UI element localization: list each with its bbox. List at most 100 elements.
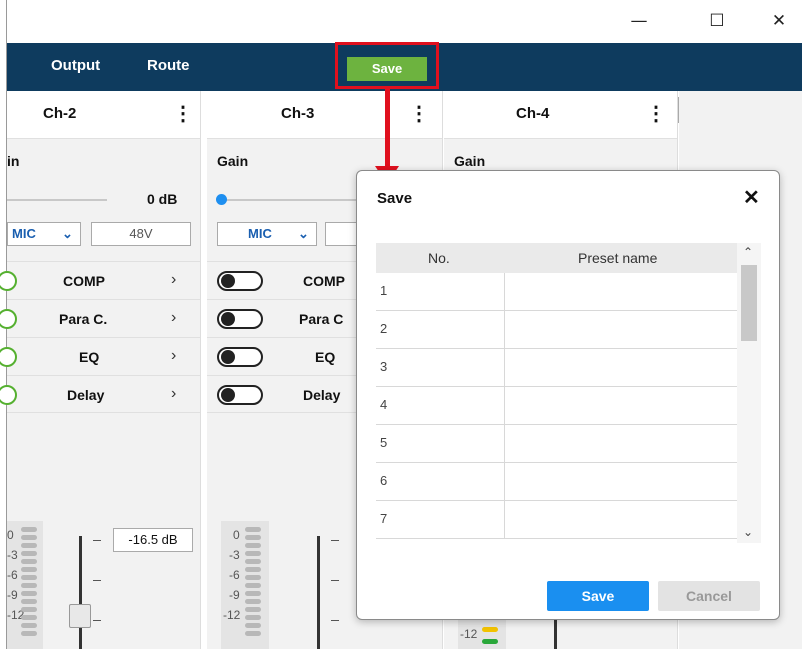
fx-row-para[interactable]: Para C. › <box>0 299 200 337</box>
table-row[interactable]: 6 <box>376 463 737 501</box>
scrollbar-thumb[interactable] <box>741 265 757 341</box>
cancel-button[interactable]: Cancel <box>658 581 760 611</box>
kebab-menu-icon[interactable]: ⋮ <box>646 101 666 126</box>
table-row[interactable]: 5 <box>376 425 737 463</box>
fx-label: Para C <box>299 311 344 327</box>
chevron-down-icon: ⌄ <box>298 226 309 241</box>
meter-segment <box>21 583 37 588</box>
fader-knob[interactable] <box>69 604 91 628</box>
meter-segment <box>245 543 261 548</box>
table-row[interactable]: 2 <box>376 311 737 349</box>
meter-segment <box>21 551 37 556</box>
cell-no: 5 <box>380 435 388 450</box>
chevron-down-icon: ⌄ <box>62 226 73 241</box>
channel-title: Ch-3 <box>281 105 315 122</box>
table-row[interactable]: 4 <box>376 387 737 425</box>
column-divider <box>504 349 505 387</box>
meter-segment <box>482 627 498 632</box>
maximize-button[interactable]: ☐ <box>697 8 737 34</box>
phantom-power-button[interactable]: 48V <box>91 222 191 246</box>
meter-segment <box>245 551 261 556</box>
fx-label: Delay <box>303 387 341 403</box>
para-toggle[interactable] <box>217 309 263 329</box>
meter-segment <box>245 615 261 620</box>
fader-tick <box>93 620 101 621</box>
comp-toggle[interactable] <box>217 271 263 291</box>
channel-title: Ch-2 <box>43 105 77 122</box>
fx-label: COMP <box>63 273 105 289</box>
channel-strip-ch2: Ch-2 ⋮ in 0 dB MIC ⌄ 48V COMP › Para C. … <box>0 91 201 649</box>
kebab-menu-icon[interactable]: ⋮ <box>173 101 193 126</box>
meter-label: -12 <box>223 608 241 622</box>
meter-segment <box>21 631 37 636</box>
table-row[interactable]: 1 <box>376 273 737 311</box>
meter-label: -3 <box>7 548 18 562</box>
chevron-up-icon[interactable]: ⌃ <box>743 245 753 259</box>
meter-segment <box>245 607 261 612</box>
annotation-arrow <box>385 86 390 170</box>
chevron-right-icon: › <box>171 271 177 288</box>
toggle-knob <box>221 350 235 364</box>
fader-track <box>317 536 320 649</box>
cell-no: 6 <box>380 473 388 488</box>
meter-segment <box>245 527 261 532</box>
delay-toggle[interactable] <box>217 385 263 405</box>
fx-label: EQ <box>79 349 100 365</box>
meter-segment <box>245 559 261 564</box>
fx-label: EQ <box>315 349 336 365</box>
table-row[interactable]: 7 <box>376 501 737 539</box>
column-divider <box>504 425 505 463</box>
meter-segment <box>21 535 37 540</box>
meter-segment <box>245 583 261 588</box>
table-scrollbar[interactable]: ⌃ ⌄ <box>737 243 761 543</box>
close-icon[interactable]: ✕ <box>743 185 760 210</box>
meter-segment <box>245 599 261 604</box>
dialog-title: Save <box>377 190 413 207</box>
column-divider <box>504 311 505 349</box>
fx-label: Delay <box>67 387 105 403</box>
source-select-value: MIC <box>248 226 272 241</box>
gain-slider-thumb[interactable] <box>216 194 227 205</box>
column-divider <box>504 387 505 425</box>
fx-row-delay[interactable]: Delay › <box>0 375 200 413</box>
meter-segment <box>21 575 37 580</box>
title-bar: — ☐ ✕ <box>7 0 802 43</box>
eq-toggle[interactable] <box>0 347 17 367</box>
source-select[interactable]: MIC ⌄ <box>7 222 81 246</box>
gain-slider[interactable] <box>7 199 107 201</box>
preset-table: No. Preset name 1 2 3 4 5 6 7 <box>376 243 737 541</box>
meter-segment <box>245 535 261 540</box>
meter-segment <box>245 623 261 628</box>
save-button[interactable]: Save <box>547 581 649 611</box>
table-row[interactable]: 3 <box>376 349 737 387</box>
cell-no: 3 <box>380 359 388 374</box>
meter-segment <box>21 559 37 564</box>
source-select[interactable]: MIC ⌄ <box>217 222 317 246</box>
meter-label: 0 <box>7 528 14 542</box>
tab-route[interactable]: Route <box>147 57 190 74</box>
column-divider <box>504 273 505 311</box>
para-toggle[interactable] <box>0 309 17 329</box>
column-divider <box>504 463 505 501</box>
fx-row-comp[interactable]: COMP › <box>0 261 200 299</box>
gain-slider[interactable] <box>221 199 361 201</box>
channel-header: Ch-4 ⋮ <box>444 91 677 139</box>
save-dialog: Save ✕ No. Preset name 1 2 3 4 5 6 7 ⌃ ⌄… <box>356 170 780 620</box>
eq-toggle[interactable] <box>217 347 263 367</box>
tab-output[interactable]: Output <box>51 57 100 74</box>
column-header-no: No. <box>428 250 450 266</box>
cell-no: 2 <box>380 321 388 336</box>
meter-segment <box>21 599 37 604</box>
minimize-button[interactable]: — <box>619 8 659 34</box>
kebab-menu-icon[interactable]: ⋮ <box>409 101 429 126</box>
cell-no: 7 <box>380 511 388 526</box>
comp-toggle[interactable] <box>0 271 17 291</box>
delay-toggle[interactable] <box>0 385 17 405</box>
close-window-button[interactable]: ✕ <box>759 8 799 34</box>
fader-tick <box>331 620 339 621</box>
meter-label: -9 <box>7 588 18 602</box>
meter-segment <box>482 639 498 644</box>
fx-row-eq[interactable]: EQ › <box>0 337 200 375</box>
gain-label: Gain <box>217 153 249 169</box>
chevron-down-icon[interactable]: ⌄ <box>743 525 753 539</box>
